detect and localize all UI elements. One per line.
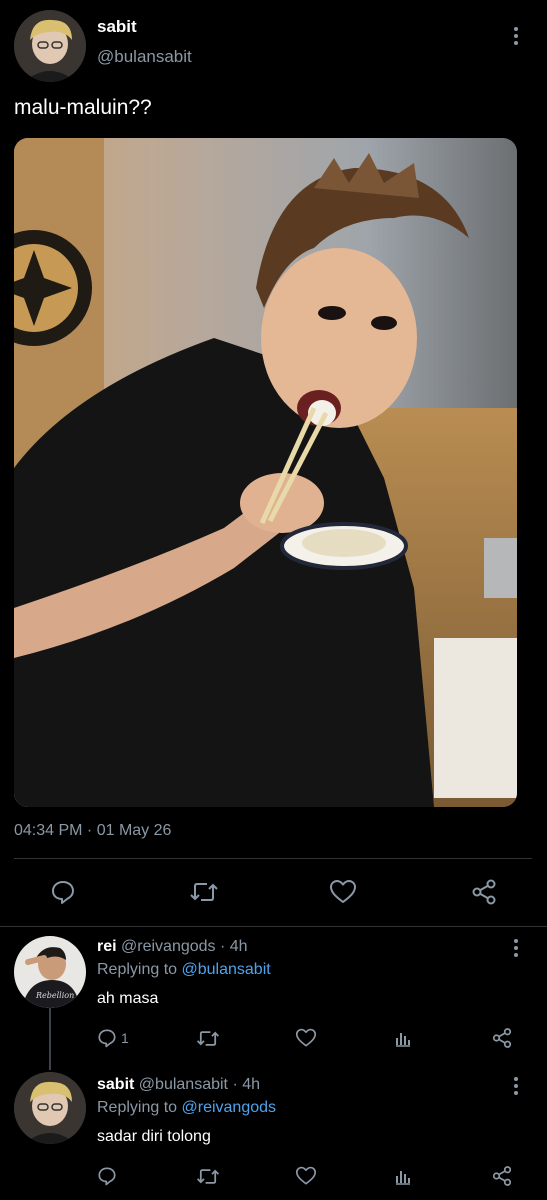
reply-button[interactable]: 1 [97, 1026, 129, 1050]
like-icon [295, 1166, 317, 1185]
svg-text:Rebellion: Rebellion [35, 991, 74, 1000]
retweet-icon [196, 1168, 220, 1184]
replying-to-handle[interactable]: @reivangods [182, 1099, 277, 1116]
reply-time: 4h [229, 938, 248, 955]
analytics-button[interactable] [392, 1026, 414, 1050]
divider [0, 926, 547, 927]
more-options-button[interactable] [506, 24, 526, 48]
like-icon [295, 1028, 317, 1047]
replying-to: Replying to @reivangods [97, 1099, 276, 1117]
reply-button[interactable] [44, 877, 82, 907]
reply-count: 1 [121, 1030, 129, 1046]
retweet-button[interactable] [195, 1164, 221, 1188]
reply-author-handle[interactable]: @reivangods [121, 938, 216, 955]
tweet-timestamp: 04:34 PM · 01 May 26 [14, 822, 172, 839]
separator-dot: · [220, 938, 226, 955]
reply-icon [52, 881, 74, 904]
like-button[interactable] [294, 1026, 318, 1050]
more-options-button[interactable] [506, 936, 526, 960]
like-button[interactable] [324, 877, 362, 907]
share-button[interactable] [490, 1026, 514, 1050]
like-icon [330, 880, 356, 903]
reply-text: sadar diri tolong [97, 1128, 211, 1145]
reply-time: 4h [242, 1076, 261, 1093]
share-icon [472, 879, 496, 905]
like-button[interactable] [294, 1164, 318, 1188]
reply-header: rei @reivangods · 4h [97, 938, 248, 956]
author-handle[interactable]: @bulansabit [97, 47, 192, 67]
retweet-icon [190, 883, 218, 901]
retweet-button[interactable] [195, 1026, 221, 1050]
replying-to-handle[interactable]: @bulansabit [182, 961, 271, 978]
reply-icon [98, 1029, 116, 1048]
share-button[interactable] [490, 1164, 514, 1188]
reply-text: ah masa [97, 990, 159, 1007]
reply-button[interactable] [97, 1164, 121, 1188]
replying-to-label: Replying to [97, 961, 178, 978]
reply-author-handle[interactable]: @bulansabit [139, 1076, 228, 1093]
analytics-icon [396, 1171, 410, 1185]
share-icon [492, 1028, 512, 1048]
share-icon [492, 1166, 512, 1186]
retweet-icon [196, 1030, 220, 1046]
author-avatar[interactable] [14, 10, 86, 82]
retweet-button[interactable] [185, 877, 223, 907]
tweet-photo[interactable] [14, 138, 517, 807]
reply-header: sabit @bulansabit · 4h [97, 1076, 260, 1094]
reply-author-name[interactable]: sabit [97, 1076, 134, 1093]
reply-icon [98, 1167, 116, 1186]
separator-dot: · [232, 1076, 238, 1093]
tweet-text: malu-maluin?? [14, 96, 152, 119]
replying-to: Replying to @bulansabit [97, 961, 271, 979]
reply-avatar[interactable]: Rebellion [14, 936, 86, 1008]
divider [14, 858, 532, 859]
more-options-button[interactable] [506, 1074, 526, 1098]
analytics-icon [396, 1033, 410, 1047]
analytics-button[interactable] [392, 1164, 414, 1188]
share-button[interactable] [465, 877, 503, 907]
thread-line [49, 1006, 51, 1070]
reply-author-name[interactable]: rei [97, 938, 117, 955]
replying-to-label: Replying to [97, 1099, 178, 1116]
reply-avatar[interactable] [14, 1072, 86, 1144]
author-name[interactable]: sabit [97, 17, 137, 37]
